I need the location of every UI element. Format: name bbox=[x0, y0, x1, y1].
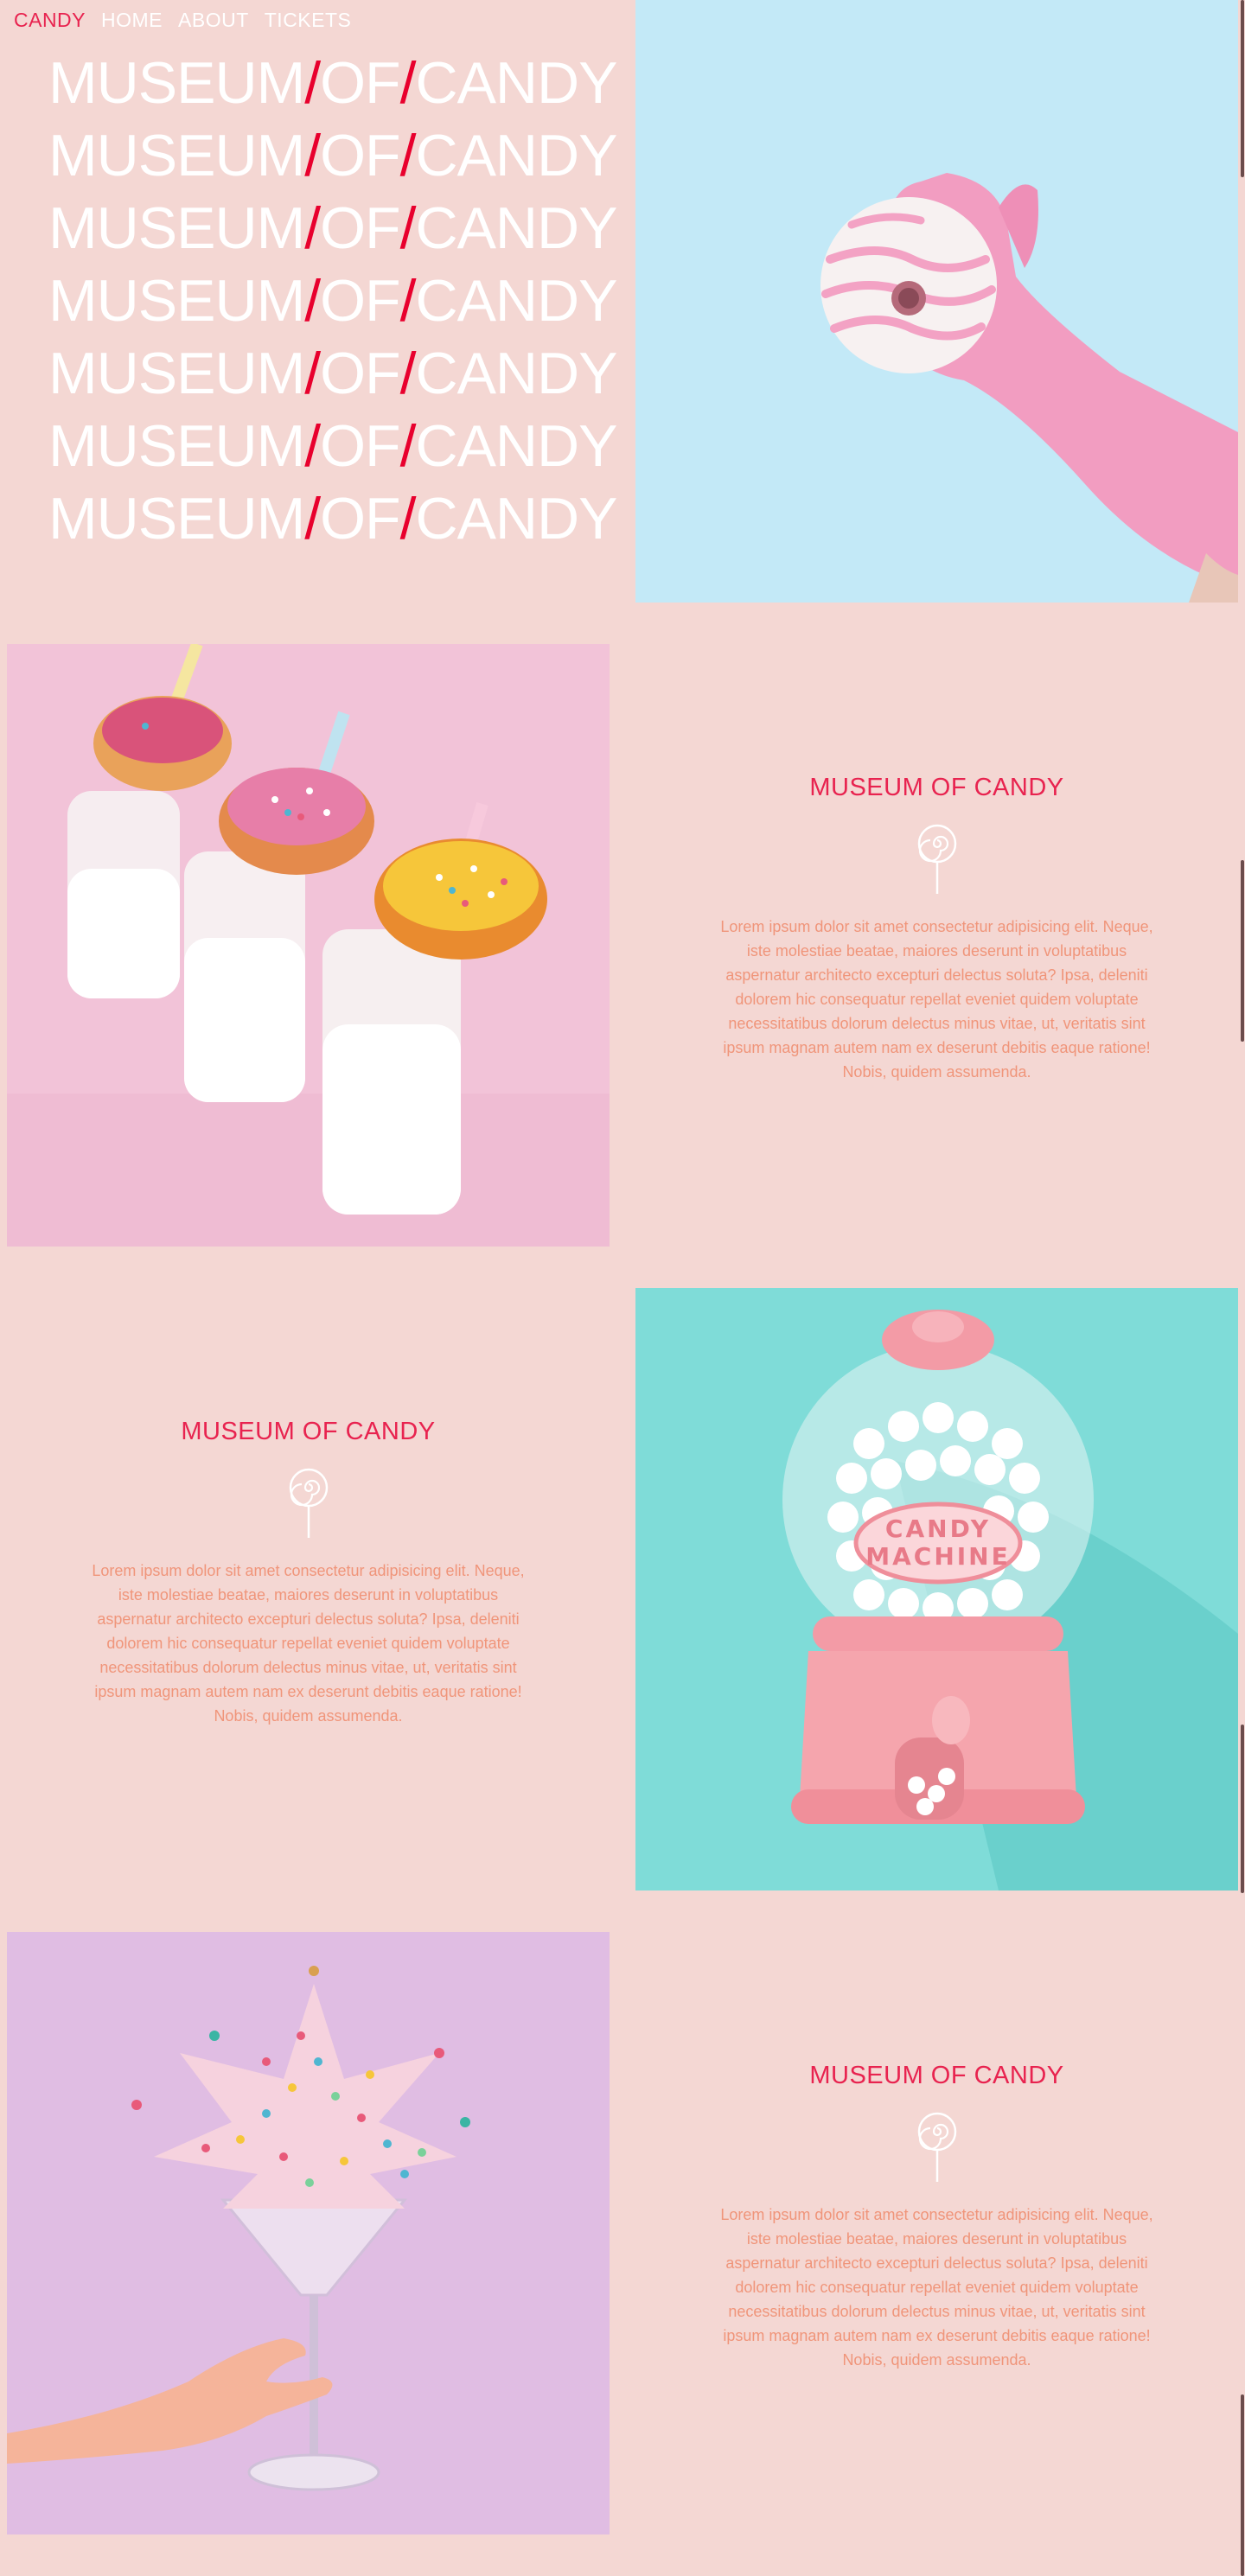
hero-repeated-title: MUSEUM/OF/CANDY MUSEUM/OF/CANDY MUSEUM/OF/… bbox=[48, 47, 618, 555]
hero-word-candy: CANDY bbox=[415, 341, 617, 406]
info-section-2: MUSEUM OF CANDY Lorem ipsum dolor sit am… bbox=[7, 1418, 610, 1728]
hero-word-of: OF bbox=[320, 486, 400, 552]
hero-word-museum: MUSEUM bbox=[48, 50, 305, 116]
hero-word-of: OF bbox=[320, 268, 400, 334]
hero-word-candy: CANDY bbox=[415, 123, 617, 188]
sprinkles-glass-image bbox=[7, 1932, 610, 2535]
section-title: MUSEUM OF CANDY bbox=[809, 774, 1064, 801]
lollipop-icon bbox=[917, 824, 956, 894]
hero-title-line: MUSEUM/OF/CANDY bbox=[48, 482, 618, 555]
hero-title-line: MUSEUM/OF/CANDY bbox=[48, 410, 618, 482]
hero-title-line: MUSEUM/OF/CANDY bbox=[48, 47, 618, 119]
scroll-thumb[interactable] bbox=[1241, 2394, 1244, 2576]
hero-word-museum: MUSEUM bbox=[48, 486, 305, 552]
nav-link-about[interactable]: ABOUT bbox=[178, 9, 249, 32]
gumball-machine-image: CANDY MACHINE bbox=[635, 1288, 1238, 1891]
hero-slash: / bbox=[304, 50, 321, 116]
hero-title-line: MUSEUM/OF/CANDY bbox=[48, 337, 618, 410]
donut-glove-image bbox=[635, 0, 1238, 603]
hero-word-of: OF bbox=[320, 341, 400, 406]
gumball-label-line1: CANDY bbox=[885, 1514, 991, 1543]
nav-link-home[interactable]: HOME bbox=[101, 9, 163, 32]
hero-slash: / bbox=[304, 486, 321, 552]
hero-word-candy: CANDY bbox=[415, 486, 617, 552]
hero-slash: / bbox=[399, 341, 417, 406]
section-title: MUSEUM OF CANDY bbox=[809, 2062, 1064, 2089]
top-nav: CANDY HOME ABOUT TICKETS bbox=[14, 9, 351, 32]
hero-slash: / bbox=[399, 195, 417, 261]
hero-word-candy: CANDY bbox=[415, 50, 617, 116]
hero-slash: / bbox=[304, 123, 321, 188]
hero-word-museum: MUSEUM bbox=[48, 195, 305, 261]
hero-title-line: MUSEUM/OF/CANDY bbox=[48, 192, 618, 265]
section-body: Lorem ipsum dolor sit amet consectetur a… bbox=[92, 1562, 525, 1725]
hero-word-of: OF bbox=[320, 50, 400, 116]
info-section-1: MUSEUM OF CANDY Lorem ipsum dolor sit am… bbox=[635, 774, 1238, 1084]
hero-word-candy: CANDY bbox=[415, 268, 617, 334]
gumball-label-line2: MACHINE bbox=[865, 1542, 1011, 1571]
hero-slash: / bbox=[304, 413, 321, 479]
hero-section: MUSEUM/OF/CANDY MUSEUM/OF/CANDY MUSEUM/OF/… bbox=[0, 0, 635, 605]
scroll-thumb[interactable] bbox=[1241, 1725, 1244, 1893]
hero-title-line: MUSEUM/OF/CANDY bbox=[48, 119, 618, 192]
hero-slash: / bbox=[399, 123, 417, 188]
donuts-milk-image bbox=[7, 644, 610, 1247]
hero-slash: / bbox=[399, 268, 417, 334]
hero-title-line: MUSEUM/OF/CANDY bbox=[48, 265, 618, 337]
hero-word-museum: MUSEUM bbox=[48, 123, 305, 188]
scrollbar[interactable] bbox=[1240, 0, 1245, 2576]
hero-word-of: OF bbox=[320, 413, 400, 479]
lollipop-icon bbox=[289, 1468, 328, 1538]
hero-slash: / bbox=[304, 268, 321, 334]
section-title: MUSEUM OF CANDY bbox=[181, 1418, 436, 1445]
info-section-3: MUSEUM OF CANDY Lorem ipsum dolor sit am… bbox=[635, 2062, 1238, 2372]
hero-word-museum: MUSEUM bbox=[48, 341, 305, 406]
hero-slash: / bbox=[304, 195, 321, 261]
hero-word-of: OF bbox=[320, 195, 400, 261]
section-body: Lorem ipsum dolor sit amet consectetur a… bbox=[720, 918, 1153, 1081]
hero-word-candy: CANDY bbox=[415, 195, 617, 261]
hero-word-of: OF bbox=[320, 123, 400, 188]
lollipop-icon bbox=[917, 2112, 956, 2182]
scroll-thumb[interactable] bbox=[1241, 0, 1244, 177]
hero-slash: / bbox=[304, 341, 321, 406]
hero-slash: / bbox=[399, 486, 417, 552]
hero-word-museum: MUSEUM bbox=[48, 268, 305, 334]
hero-slash: / bbox=[399, 50, 417, 116]
section-body: Lorem ipsum dolor sit amet consectetur a… bbox=[720, 2206, 1153, 2369]
hero-word-candy: CANDY bbox=[415, 413, 617, 479]
brand-link[interactable]: CANDY bbox=[14, 9, 86, 32]
hero-slash: / bbox=[399, 413, 417, 479]
hero-word-museum: MUSEUM bbox=[48, 413, 305, 479]
nav-link-tickets[interactable]: TICKETS bbox=[265, 9, 352, 32]
scroll-thumb[interactable] bbox=[1241, 860, 1244, 1042]
